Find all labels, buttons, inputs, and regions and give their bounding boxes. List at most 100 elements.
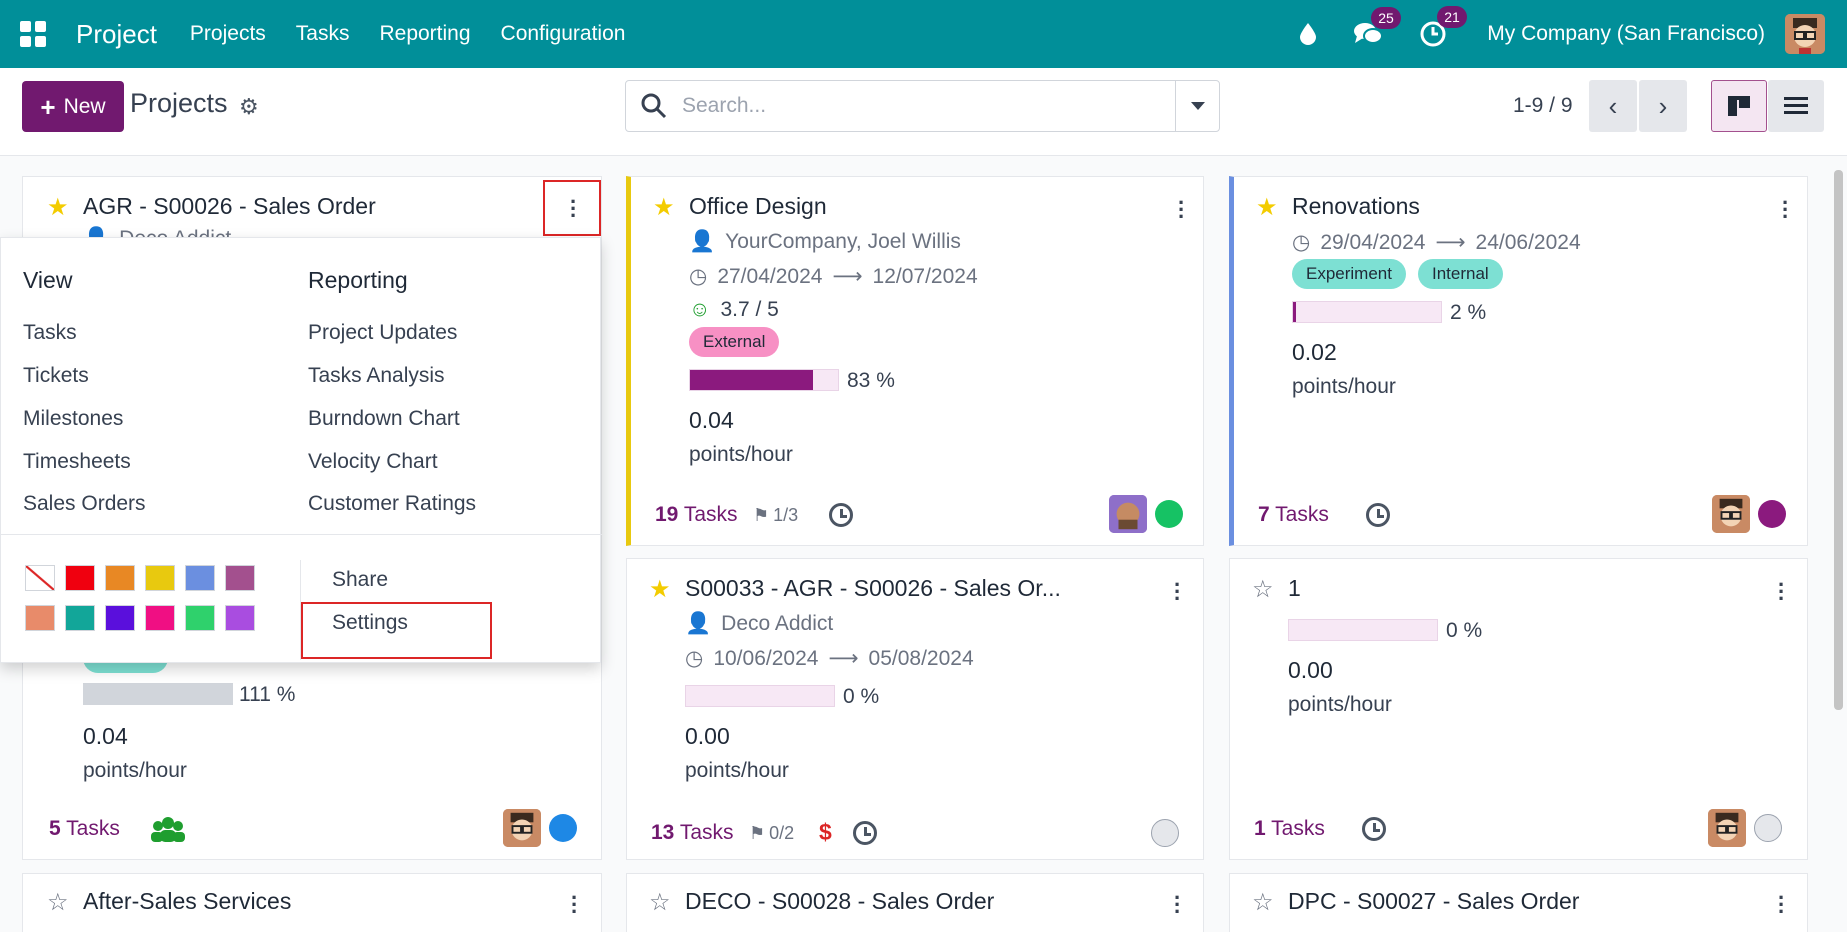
card-menu-kebab-icon[interactable]: · · ·	[1782, 192, 1789, 228]
favorite-star-icon[interactable]: ★	[649, 575, 671, 604]
card-menu-kebab-icon[interactable]: · · ·	[1778, 887, 1785, 923]
assignee-avatar[interactable]	[1109, 495, 1147, 533]
milestones-indicator[interactable]: ⚑ 1/3	[753, 505, 798, 526]
list-icon	[1784, 97, 1808, 114]
favorite-star-outline-icon[interactable]: ☆	[47, 888, 69, 917]
milestones-indicator[interactable]: ⚑ 0/2	[749, 823, 794, 844]
status-dot[interactable]	[1151, 819, 1179, 847]
nav-projects[interactable]: Projects	[190, 22, 266, 46]
project-card-1[interactable]: ☆ 1 · · · 0 % 0.00 points/hour 1 Tasks	[1229, 558, 1808, 860]
dropdown-view-tickets[interactable]: Tickets	[23, 364, 89, 388]
project-card-renovations[interactable]: ★ Renovations · · · ◷ 29/04/2024 ⟶ 24/06/2024…	[1229, 176, 1808, 546]
color-swatch-blue[interactable]	[185, 565, 215, 591]
page-scrollbar[interactable]	[1834, 170, 1843, 710]
favorite-star-outline-icon[interactable]: ☆	[649, 888, 671, 917]
nav-tasks[interactable]: Tasks	[296, 22, 350, 46]
tasks-link[interactable]: 5 Tasks	[49, 817, 120, 841]
color-swatch-yellow[interactable]	[145, 565, 175, 591]
dropdown-reporting-heading: Reporting	[308, 267, 408, 293]
tasks-link[interactable]: 1 Tasks	[1254, 817, 1325, 841]
drop-icon[interactable]	[1299, 22, 1317, 46]
dropdown-view-tasks[interactable]: Tasks	[23, 321, 77, 345]
messages-icon[interactable]: 25	[1353, 7, 1401, 47]
dropdown-report-project-updates[interactable]: Project Updates	[308, 321, 457, 345]
favorite-star-icon[interactable]: ★	[653, 193, 675, 222]
color-swatch-salmon[interactable]	[25, 605, 55, 631]
color-swatch-green[interactable]	[185, 605, 215, 631]
new-button-label: New	[63, 94, 106, 118]
user-avatar[interactable]	[1785, 14, 1825, 54]
nav-reporting[interactable]: Reporting	[379, 22, 470, 46]
favorite-star-outline-icon[interactable]: ☆	[1252, 575, 1274, 604]
highlight-box-kebab	[543, 180, 601, 236]
project-card-dpc[interactable]: ☆ DPC - S00027 - Sales Order · · ·	[1229, 873, 1808, 932]
assignee-avatar[interactable]	[503, 809, 541, 847]
color-swatch-violet[interactable]	[225, 605, 255, 631]
followers-icon[interactable]	[151, 815, 185, 843]
chevron-left-icon: ‹	[1608, 90, 1618, 121]
tasks-link[interactable]: 19 Tasks	[655, 503, 738, 527]
pager-previous-button[interactable]: ‹	[1589, 80, 1637, 132]
color-swatch-red[interactable]	[65, 565, 95, 591]
pager-value[interactable]: 1-9 / 9	[1513, 94, 1573, 118]
dropdown-report-tasks-analysis[interactable]: Tasks Analysis	[308, 364, 445, 388]
favorite-star-icon[interactable]: ★	[47, 193, 69, 222]
apps-menu-icon[interactable]	[20, 21, 46, 47]
color-swatch-none[interactable]	[25, 565, 55, 591]
pager-next-button[interactable]: ›	[1639, 80, 1687, 132]
project-card-office-design[interactable]: ★ Office Design · · · 👤 YourCompany, Joel W…	[626, 176, 1204, 546]
tasks-label: Tasks	[679, 821, 734, 844]
dollar-icon[interactable]: $	[819, 819, 832, 846]
card-customer: 👤 YourCompany, Joel Willis	[689, 230, 961, 254]
card-menu-kebab-icon[interactable]: · · ·	[1178, 192, 1185, 228]
search-options-toggle[interactable]	[1175, 81, 1219, 131]
clock-icon: ◷	[689, 265, 708, 288]
dropdown-report-velocity-chart[interactable]: Velocity Chart	[308, 450, 438, 474]
favorite-star-outline-icon[interactable]: ☆	[1252, 888, 1274, 917]
end-date: 12/07/2024	[872, 264, 978, 288]
dropdown-view-timesheets[interactable]: Timesheets	[23, 450, 131, 474]
gear-icon[interactable]: ⚙	[239, 94, 259, 120]
card-menu-kebab-icon[interactable]: · · ·	[1174, 887, 1181, 923]
progress-label: 0 %	[1446, 619, 1483, 642]
status-dot[interactable]	[1758, 500, 1786, 528]
app-brand[interactable]: Project	[76, 19, 157, 50]
favorite-star-icon[interactable]: ★	[1256, 193, 1278, 222]
dropdown-view-sales-orders[interactable]: Sales Orders	[23, 492, 146, 516]
tasks-link[interactable]: 13 Tasks	[651, 821, 734, 845]
card-menu-kebab-icon[interactable]: · · ·	[1778, 574, 1785, 610]
new-button[interactable]: + New	[22, 81, 124, 132]
status-dot[interactable]	[1754, 814, 1782, 842]
dropdown-view-milestones[interactable]: Milestones	[23, 407, 123, 431]
activity-clock-icon[interactable]	[853, 821, 877, 845]
kanban-view-button[interactable]	[1711, 80, 1767, 132]
dropdown-report-burndown-chart[interactable]: Burndown Chart	[308, 407, 460, 431]
arrow-right-icon: ⟶	[832, 265, 863, 288]
assignee-avatar[interactable]	[1708, 809, 1746, 847]
search-input[interactable]	[682, 94, 1152, 118]
tasks-link[interactable]: 7 Tasks	[1258, 503, 1329, 527]
assignee-avatar[interactable]	[1712, 495, 1750, 533]
tag-internal: Internal	[1418, 259, 1503, 289]
activity-clock-icon[interactable]	[829, 503, 853, 527]
list-view-button[interactable]	[1768, 80, 1824, 132]
nav-configuration[interactable]: Configuration	[501, 22, 626, 46]
card-menu-kebab-icon[interactable]: · · ·	[1174, 574, 1181, 610]
color-swatch-pink[interactable]	[145, 605, 175, 631]
color-swatch-teal[interactable]	[65, 605, 95, 631]
dropdown-report-customer-ratings[interactable]: Customer Ratings	[308, 492, 476, 516]
status-dot[interactable]	[549, 814, 577, 842]
project-card-after-sales[interactable]: ☆ After-Sales Services · · ·	[22, 873, 602, 932]
color-swatch-plum[interactable]	[225, 565, 255, 591]
activities-icon[interactable]: 21	[1419, 6, 1467, 48]
card-menu-kebab-icon[interactable]: · · ·	[571, 887, 578, 923]
project-card-s00033[interactable]: ★ S00033 - AGR - S00026 - Sales Or... · ·…	[626, 558, 1204, 860]
color-swatch-orange[interactable]	[105, 565, 135, 591]
color-swatch-indigo[interactable]	[105, 605, 135, 631]
activity-clock-icon[interactable]	[1366, 503, 1390, 527]
company-switcher[interactable]: My Company (San Francisco)	[1487, 22, 1765, 46]
project-card-deco[interactable]: ☆ DECO - S00028 - Sales Order · · ·	[626, 873, 1204, 932]
activity-clock-icon[interactable]	[1362, 817, 1386, 841]
dropdown-share[interactable]: Share	[332, 568, 388, 592]
status-dot[interactable]	[1155, 500, 1183, 528]
